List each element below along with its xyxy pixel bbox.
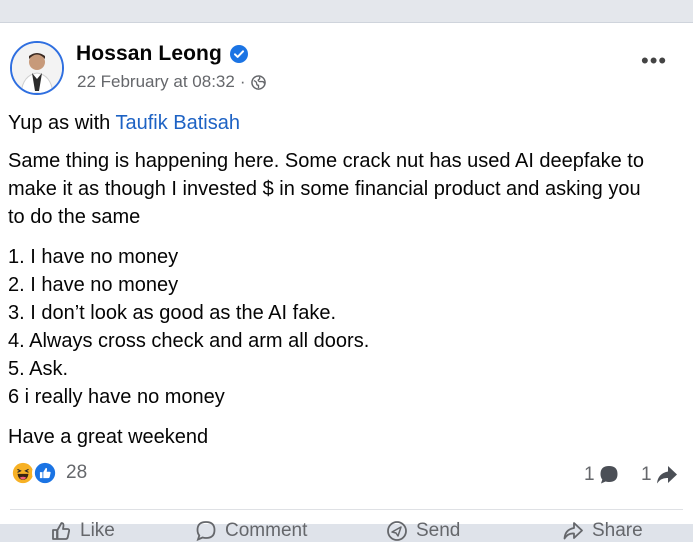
mention-prefix: Yup as with [8,112,116,134]
globe-icon[interactable] [250,74,266,90]
reaction-count: 28 [66,462,88,483]
post-list: 1. I have no money 2. I have no money 3.… [8,243,688,411]
comment-count[interactable]: 1 [584,464,620,486]
comment-bubble-icon [600,466,618,484]
mention-link[interactable]: Taufik Batisah [115,112,240,134]
list-item: 2. I have no money [8,274,179,296]
paragraph-line: to do the same [8,206,141,228]
meta-separator: · [239,72,246,91]
post-paragraph: Same thing is happening here. Some crack… [8,147,688,231]
comment-label: Comment [225,520,308,541]
author-name[interactable]: Hossan Leong [76,42,222,66]
comment-icon [196,521,216,542]
list-item: 3. I don’t look as good as the AI fake. [8,302,336,324]
reaction-summary[interactable]: 28 [10,460,87,486]
list-item: 6 i really have no money [8,386,225,408]
comment-button[interactable]: Comment [195,520,307,542]
like-reaction-icon [32,460,58,486]
paragraph-line: make it as though I invested $ in some f… [8,178,641,200]
paragraph-line: Same thing is happening here. Some crack… [8,150,644,172]
like-icon [52,522,71,540]
footer-divider [10,509,683,510]
like-label: Like [80,520,115,541]
comment-count-label: 1 [584,464,595,485]
send-label: Send [416,520,461,541]
share-arrow-icon [656,466,677,484]
verified-badge-icon [229,45,248,63]
like-button[interactable]: Like [50,520,115,542]
share-count-label: 1 [641,464,652,485]
send-button[interactable]: Send [386,520,460,542]
avatar-image [12,43,62,93]
mention-line: Yup as with Taufik Batisah [8,109,688,137]
share-button[interactable]: Share [562,520,643,542]
share-count[interactable]: 1 [641,464,679,486]
share-icon [563,522,583,540]
top-strip [0,0,693,22]
list-item: 4. Always cross check and arm all doors. [8,330,370,352]
post-card: Hossan Leong 22 February at 08:32 · ••• … [0,22,693,542]
share-label: Share [592,520,643,541]
list-item: 5. Ask. [8,358,69,380]
post-timestamp[interactable]: 22 February at 08:32 [77,72,235,92]
send-icon [387,521,407,541]
post-closing: Have a great weekend [8,426,209,448]
avatar[interactable] [10,41,64,95]
post-header: Hossan Leong [76,42,248,66]
list-item: 1. I have no money [8,246,179,268]
more-options-button[interactable]: ••• [641,50,667,72]
post-meta: 22 February at 08:32 · [77,72,266,92]
